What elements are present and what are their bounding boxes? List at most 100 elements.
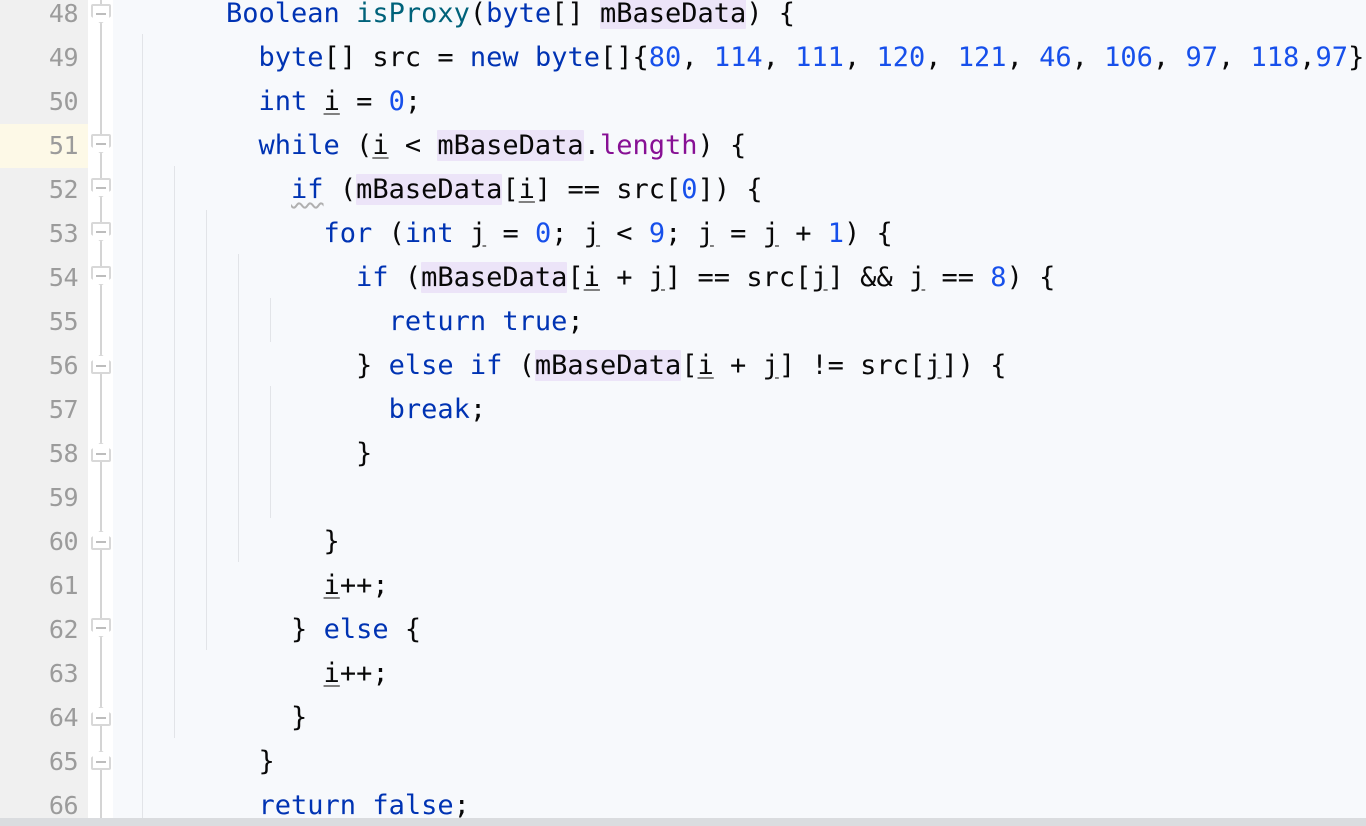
line-number: 59 xyxy=(48,483,79,512)
code-line[interactable]: for (int j = 0; j < 9; j = j + 1) { xyxy=(226,212,893,256)
code-content-area[interactable]: Boolean isProxy(byte[] mBaseData) { byte… xyxy=(113,0,1366,826)
fold-collapse-icon[interactable] xyxy=(91,618,111,638)
code-identifier: i xyxy=(372,130,389,161)
fold-end-icon[interactable] xyxy=(91,750,111,770)
code-punctuation: ) xyxy=(746,0,763,29)
code-punctuation: , xyxy=(1006,42,1023,73)
code-punctuation: + xyxy=(339,570,357,601)
code-line[interactable]: int i = 0; xyxy=(226,80,422,124)
line-number: 49 xyxy=(48,43,79,72)
code-line[interactable]: } xyxy=(226,696,307,740)
code-keyword: Boolean xyxy=(226,0,340,29)
code-keyword: byte xyxy=(486,0,552,29)
code-identifier: src xyxy=(860,350,909,381)
fold-collapse-icon[interactable] xyxy=(91,266,111,286)
indent-guide xyxy=(206,210,207,650)
fold-end-icon[interactable] xyxy=(91,706,111,726)
code-punctuation: [ xyxy=(795,262,812,293)
editor-gutter[interactable]: 48 49 50 51 52 53 54 55 56 57 58 59 60 6… xyxy=(0,0,88,826)
horizontal-scrollbar-track[interactable] xyxy=(0,818,1366,826)
indent-guide xyxy=(142,34,143,826)
code-punctuation: [ xyxy=(665,174,682,205)
code-number: 9 xyxy=(648,218,666,249)
code-number: 0 xyxy=(388,86,405,117)
code-number: 121 xyxy=(957,42,1007,73)
code-number: 120 xyxy=(876,42,926,73)
code-line[interactable]: while (i < mBaseData.length) { xyxy=(226,124,746,168)
code-line[interactable]: byte[] src = new byte[]{80, 114, 111, 12… xyxy=(226,36,1366,80)
code-number: 118 xyxy=(1250,42,1300,73)
code-line[interactable]: if (mBaseData[i] == src[0]) { xyxy=(226,168,763,212)
code-keyword: true xyxy=(502,306,568,337)
code-punctuation: [ xyxy=(681,350,698,381)
code-identifier: mBaseData xyxy=(356,174,503,205)
code-identifier: src xyxy=(616,174,666,205)
code-identifier: i xyxy=(583,262,600,293)
fold-region-line xyxy=(100,0,102,826)
code-line[interactable]: if (mBaseData[i + j] == src[j] && j == 8… xyxy=(226,256,1055,300)
code-keyword: else xyxy=(323,614,389,645)
code-punctuation: = xyxy=(730,218,747,249)
code-punctuation: ) xyxy=(844,218,861,249)
fold-collapse-icon[interactable] xyxy=(91,4,111,24)
code-line[interactable]: i++; xyxy=(226,652,389,696)
code-number: 1 xyxy=(827,218,845,249)
code-line[interactable]: } xyxy=(226,740,275,784)
code-editor[interactable]: 48 49 50 51 52 53 54 55 56 57 58 59 60 6… xyxy=(0,0,1366,826)
code-punctuation: { xyxy=(990,350,1007,381)
code-keyword: int xyxy=(404,218,454,249)
code-punctuation: ( xyxy=(356,130,373,161)
code-punctuation: ) xyxy=(1006,262,1023,293)
line-number: 53 xyxy=(48,219,79,248)
code-punctuation: [ xyxy=(502,174,519,205)
code-line[interactable]: } else { xyxy=(226,608,421,652)
code-line[interactable]: } else if (mBaseData[i + j] != src[j]) { xyxy=(226,344,1007,388)
code-keyword: for xyxy=(323,218,373,249)
code-identifier: mBaseData xyxy=(599,0,747,29)
code-punctuation: { xyxy=(1039,262,1056,293)
code-line[interactable]: break; xyxy=(226,388,487,432)
fold-end-icon[interactable] xyxy=(91,354,111,374)
code-punctuation: } xyxy=(356,438,373,469)
line-number: 56 xyxy=(48,351,79,380)
line-number: 57 xyxy=(48,395,79,424)
code-identifier: j xyxy=(583,218,601,249)
code-punctuation: } xyxy=(258,746,275,777)
line-number: 60 xyxy=(48,527,79,556)
code-punctuation: & xyxy=(860,262,877,293)
line-number: 52 xyxy=(48,175,79,204)
code-punctuation: ( xyxy=(339,174,357,205)
code-punctuation: , xyxy=(925,42,942,73)
code-line[interactable]: } xyxy=(226,520,340,564)
code-identifier: mBaseData xyxy=(534,350,682,381)
line-number: 65 xyxy=(48,747,79,776)
fold-collapse-icon[interactable] xyxy=(91,178,111,198)
code-line[interactable]: Boolean isProxy(byte[] mBaseData) { xyxy=(226,0,795,36)
code-punctuation: ( xyxy=(404,262,422,293)
code-punctuation: , xyxy=(1299,42,1316,73)
fold-column[interactable] xyxy=(88,0,113,826)
code-line[interactable]: } xyxy=(226,432,372,476)
fold-collapse-icon[interactable] xyxy=(91,134,111,154)
code-identifier: j xyxy=(908,262,926,293)
code-punctuation: + xyxy=(616,262,633,293)
code-keyword: new xyxy=(469,42,519,73)
code-punctuation: = xyxy=(713,262,731,293)
code-number: 111 xyxy=(795,42,844,73)
code-punctuation: = xyxy=(356,86,373,117)
code-keyword: byte xyxy=(258,42,324,73)
line-number: 63 xyxy=(48,659,79,688)
code-line[interactable]: return true; xyxy=(226,300,584,344)
code-punctuation: , xyxy=(681,42,698,73)
fold-end-icon[interactable] xyxy=(91,442,111,462)
line-number: 62 xyxy=(48,615,79,644)
fold-collapse-icon[interactable] xyxy=(91,222,111,242)
code-number: 97 xyxy=(1185,42,1218,73)
fold-end-icon[interactable] xyxy=(91,530,111,550)
code-keyword: byte xyxy=(534,42,600,73)
code-punctuation: = xyxy=(567,174,584,205)
code-punctuation: , xyxy=(1071,42,1088,73)
code-line[interactable]: i++; xyxy=(226,564,389,608)
code-punctuation: = xyxy=(957,262,975,293)
code-punctuation: + xyxy=(356,570,373,601)
